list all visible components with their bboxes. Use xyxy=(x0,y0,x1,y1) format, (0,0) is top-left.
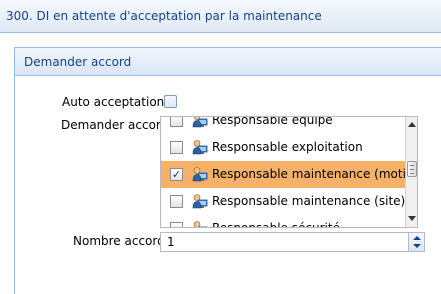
user-computer-icon xyxy=(192,139,208,155)
user-computer-icon xyxy=(192,220,208,227)
accord-item-label: Responsable exploitation xyxy=(212,140,363,154)
accord-item-label: Responsable sécurité xyxy=(212,221,340,228)
accord-item-label: Responsable maintenance (motif) xyxy=(212,167,405,181)
window-title-bar: 300. DI en attente d'acceptation par la … xyxy=(0,0,441,33)
auto-acceptation-label: Auto acceptation xyxy=(62,95,165,109)
accord-list-item[interactable]: Responsable exploitation xyxy=(161,134,405,161)
accord-list-item[interactable]: Responsable sécurité xyxy=(161,215,405,228)
scroll-up-arrow-icon[interactable] xyxy=(408,122,416,127)
user-computer-icon xyxy=(192,193,208,209)
nombre-accord-label: Nombre accord xyxy=(73,234,165,248)
accord-item-checkbox[interactable] xyxy=(170,195,183,208)
accord-item-checkbox[interactable] xyxy=(170,117,183,127)
nombre-accord-input[interactable] xyxy=(161,233,406,251)
accord-item-checkbox[interactable]: ✓ xyxy=(170,168,183,181)
accord-item-label: Responsable équipe xyxy=(212,116,333,127)
window-title: 300. DI en attente d'acceptation par la … xyxy=(6,9,322,23)
accord-listbox[interactable]: Responsable équipe Responsable exploitati… xyxy=(160,116,418,228)
accord-list-item[interactable]: Responsable maintenance (site) xyxy=(161,188,405,215)
accord-item-label: Responsable maintenance (site) xyxy=(212,194,405,208)
demander-accord-label: Demander accord xyxy=(61,118,169,132)
accord-list: Responsable équipe Responsable exploitati… xyxy=(161,116,405,228)
list-scrollbar[interactable] xyxy=(405,117,417,227)
auto-acceptation-checkbox[interactable] xyxy=(164,95,177,108)
panel-title: Demander accord xyxy=(24,55,132,69)
nombre-accord-spinner[interactable] xyxy=(408,233,424,251)
spinner-down-icon[interactable] xyxy=(413,244,421,248)
accord-list-item[interactable]: Responsable équipe xyxy=(161,116,405,134)
scroll-thumb[interactable] xyxy=(407,161,417,177)
nombre-accord-field xyxy=(160,232,425,252)
panel-header: Demander accord xyxy=(15,48,441,76)
user-computer-icon xyxy=(192,117,208,128)
accord-item-checkbox[interactable] xyxy=(170,141,183,154)
accord-item-checkbox[interactable] xyxy=(170,222,183,227)
user-computer-icon xyxy=(192,166,208,182)
scroll-down-arrow-icon[interactable] xyxy=(408,216,416,221)
spinner-up-icon[interactable] xyxy=(413,236,421,240)
accord-list-item[interactable]: ✓ Responsable maintenance (motif) xyxy=(161,161,405,188)
